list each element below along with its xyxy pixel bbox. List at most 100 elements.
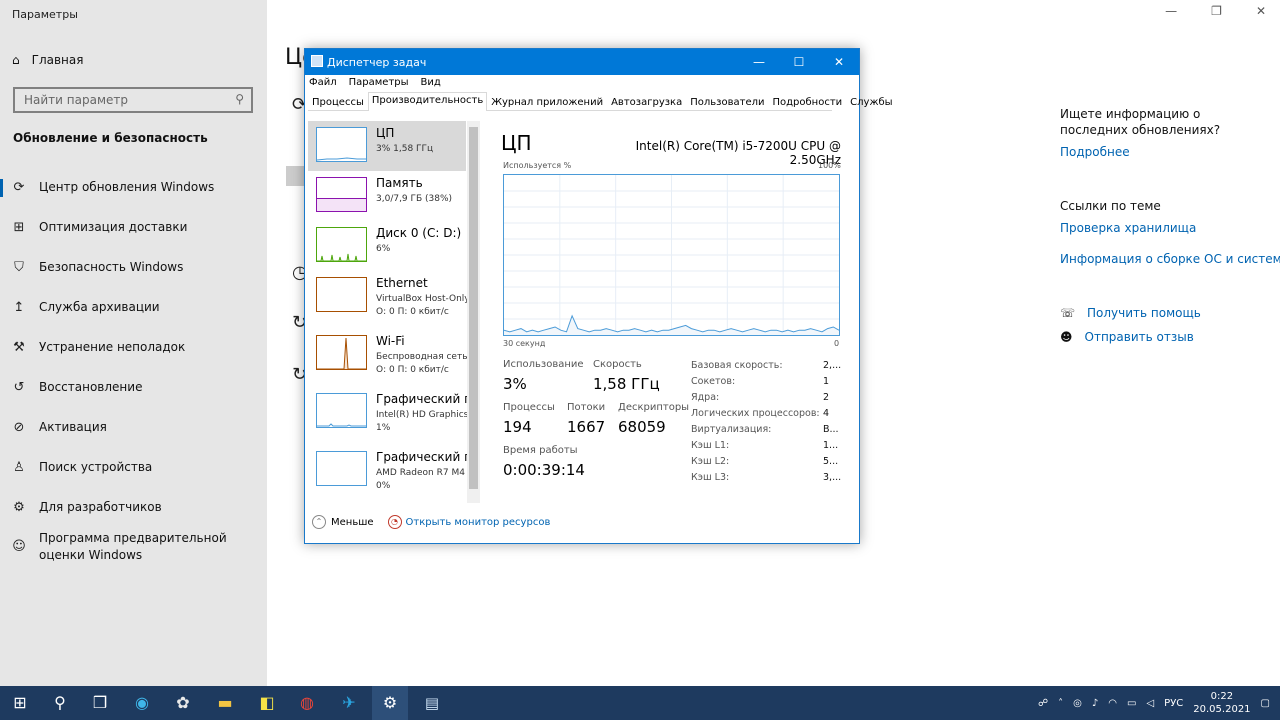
resource-sub: 6% — [376, 244, 391, 254]
memory-thumbnail — [316, 177, 367, 212]
sidebar-item-insider[interactable]: ☺ Программа предварительной оценки Windo… — [11, 530, 251, 564]
resource-ethernet[interactable]: Ethernet VirtualBox Host-Only О: 0 П: 0 к… — [308, 271, 468, 321]
tm-maximize-icon[interactable]: ☐ — [779, 49, 819, 75]
gpu-thumb-graph — [317, 423, 366, 427]
microphone-icon[interactable]: ♪ — [1092, 698, 1098, 709]
sidebar-item-troubleshoot[interactable]: ⚒ Устранение неполадок — [11, 339, 256, 356]
sidebar-item-find-device[interactable]: ♙ Поиск устройства — [11, 459, 256, 476]
resource-gpu-intel[interactable]: Графический п Intel(R) HD Graphics 1% — [308, 387, 468, 437]
tab-details[interactable]: Подробности — [768, 94, 846, 110]
search-placeholder: Найти параметр — [24, 93, 128, 107]
sidebar-item-label: Служба архивации — [39, 300, 160, 314]
build-info-link[interactable]: Информация о сборке ОС и системе — [1060, 252, 1280, 266]
clock[interactable]: 0:22 20.05.2021 — [1193, 690, 1250, 716]
menu-options[interactable]: Параметры — [349, 77, 409, 88]
help-row[interactable]: ☏ Получить помощь — [1060, 306, 1270, 320]
search-taskbar-icon[interactable]: ⚲ — [47, 690, 73, 716]
sidebar-item-label: Безопасность Windows — [39, 260, 184, 274]
wifi-icon[interactable]: ◠ — [1108, 698, 1117, 709]
more-link[interactable]: Подробнее — [1060, 145, 1270, 159]
resource-cpu[interactable]: ЦП 3% 1,58 ГГц — [308, 121, 466, 171]
resource-name: Ethernet — [376, 276, 428, 290]
storage-link[interactable]: Проверка хранилища — [1060, 221, 1270, 235]
tm-minimize-icon[interactable]: — — [739, 49, 779, 75]
graph-min: 0 — [834, 339, 840, 348]
sticky-notes-icon[interactable]: ◧ — [254, 690, 280, 716]
tm-menu-bar: Файл Параметры Вид — [309, 77, 441, 88]
settings-taskbar-icon: ⚙ — [382, 693, 398, 712]
tm-titlebar[interactable]: Диспетчер задач — ☐ ✕ — [305, 49, 859, 75]
start-icon[interactable]: ⊞ — [7, 690, 33, 716]
location-icon[interactable]: ◎ — [1073, 698, 1082, 709]
cpu-thumb-graph — [316, 157, 366, 161]
uptime-value: 0:00:39:14 — [503, 461, 585, 479]
notifications-icon[interactable]: ▢ — [1261, 698, 1270, 709]
sidebar-item-backup[interactable]: ↥ Служба архивации — [11, 299, 256, 316]
sidebar-item-delivery[interactable]: ⊞ Оптимизация доставки — [11, 219, 256, 236]
task-manager-taskbar-icon[interactable]: ▤ — [418, 690, 446, 716]
photos-app-icon[interactable]: ✿ — [170, 690, 196, 716]
sidebar-item-security[interactable]: ⛉ Безопасность Windows — [11, 259, 256, 276]
resource-wifi[interactable]: Wi-Fi Беспроводная сеть О: 0 П: 0 кбит/с — [308, 329, 468, 379]
tab-performance[interactable]: Производительность — [367, 92, 488, 111]
task-view-icon[interactable]: ❒ — [87, 690, 113, 716]
resource-name: Графический п — [376, 450, 468, 464]
resource-name: Память — [376, 176, 423, 190]
resource-name: Wi-Fi — [376, 334, 405, 348]
search-input[interactable]: Найти параметр ⚲ — [13, 87, 253, 113]
help-link[interactable]: Получить помощь — [1087, 306, 1201, 320]
check-updates-button[interactable] — [286, 166, 306, 186]
graph-label: Используется % — [503, 161, 572, 170]
tab-processes[interactable]: Процессы — [308, 94, 368, 110]
resource-monitor-link[interactable]: ◔ Открыть монитор ресурсов — [387, 515, 550, 529]
active-indicator — [0, 179, 3, 197]
task-manager-window: Диспетчер задач — ☐ ✕ Файл Параметры Вид… — [304, 48, 893, 544]
taskbar-active-settings[interactable]: ⚙ — [372, 686, 408, 720]
tab-users[interactable]: Пользователи — [686, 94, 768, 110]
tab-startup[interactable]: Автозагрузка — [607, 94, 686, 110]
resource-disk[interactable]: Диск 0 (C: D:) 6% — [308, 221, 466, 271]
fewer-details-button[interactable]: ⌃ Меньше — [312, 515, 374, 529]
volume-icon[interactable]: ◁ — [1146, 698, 1154, 709]
processes-value: 194 — [503, 418, 532, 436]
recovery-icon: ↺ — [13, 380, 25, 395]
lang-indicator[interactable]: РУС — [1164, 698, 1183, 709]
detail-value: 1 — [823, 376, 830, 387]
minimize-icon[interactable]: — — [1165, 4, 1177, 18]
sidebar-item-activation[interactable]: ⊘ Активация — [11, 419, 256, 436]
file-explorer-icon[interactable]: ▬ — [212, 690, 238, 716]
sidebar-item-home[interactable]: ⌂ Главная — [12, 53, 83, 67]
feedback-link[interactable]: Отправить отзыв — [1085, 330, 1194, 344]
telegram-icon[interactable]: ✈ — [336, 690, 362, 716]
threads-value: 1667 — [567, 418, 606, 436]
sidebar-item-windows-update[interactable]: ⟳ Центр обновления Windows — [11, 179, 256, 196]
resource-sub: VirtualBox Host-Only О: 0 П: 0 кбит/с — [376, 294, 468, 317]
close-icon[interactable]: ✕ — [1256, 4, 1266, 18]
sync-icon: ⟳ — [13, 180, 25, 195]
feedback-row[interactable]: ☻ Отправить отзыв — [1060, 330, 1270, 344]
edge-icon[interactable]: ◉ — [129, 690, 155, 716]
tm-footer: ⌃ Меньше ◔ Открыть монитор ресурсов — [312, 515, 550, 529]
tab-services[interactable]: Службы — [846, 94, 896, 110]
sidebar-item-label: Поиск устройства — [39, 460, 153, 474]
menu-file[interactable]: Файл — [309, 77, 337, 88]
restore-icon[interactable]: ❐ — [1211, 4, 1222, 18]
detail-value: В... — [823, 424, 839, 435]
sidebar-item-label: Центр обновления Windows — [39, 180, 215, 194]
scrollbar-thumb[interactable] — [469, 127, 478, 489]
resource-memory[interactable]: Память 3,0/7,9 ГБ (38%) — [308, 171, 466, 221]
menu-view[interactable]: Вид — [421, 77, 441, 88]
sidebar-item-label: Восстановление — [39, 380, 143, 394]
people-icon[interactable]: ☍ — [1038, 698, 1048, 709]
sidebar-item-label: Оптимизация доставки — [39, 220, 188, 234]
sidebar-item-recovery[interactable]: ↺ Восстановление — [11, 379, 256, 396]
tm-close-icon[interactable]: ✕ — [819, 49, 859, 75]
resource-gpu-amd[interactable]: Графический п AMD Radeon R7 M4 0% — [308, 445, 468, 495]
wifi-thumbnail — [316, 335, 367, 370]
chrome-icon[interactable]: ◍ — [294, 690, 320, 716]
chevron-up-icon[interactable]: ˄ — [1058, 698, 1063, 709]
battery-icon[interactable]: ▭ — [1127, 698, 1136, 709]
tab-app-history[interactable]: Журнал приложений — [487, 94, 607, 110]
memory-fill — [317, 198, 366, 211]
sidebar-item-developers[interactable]: ⚙ Для разработчиков — [11, 499, 256, 516]
